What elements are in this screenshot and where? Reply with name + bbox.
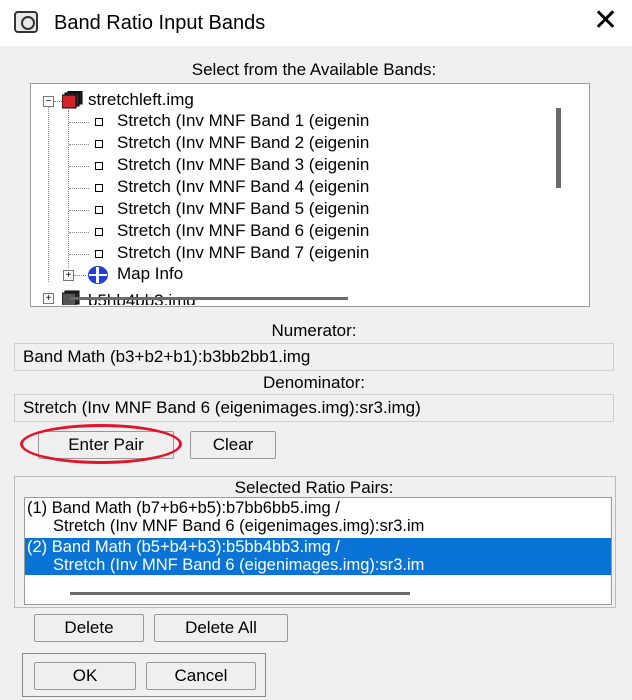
- denominator-label: Denominator:: [262, 373, 366, 392]
- image-file-icon: [62, 91, 83, 109]
- clear-button[interactable]: Clear: [190, 431, 276, 459]
- tree-line: [69, 210, 89, 211]
- expand-icon[interactable]: +: [63, 270, 74, 281]
- ok-button[interactable]: OK: [34, 662, 136, 690]
- expand-icon[interactable]: +: [43, 293, 54, 304]
- band-item-4[interactable]: Stretch (Inv MNF Band 4 (eigenin: [31, 177, 587, 199]
- tree-line: [69, 188, 89, 189]
- band-label: Stretch (Inv MNF Band 5 (eigenin: [117, 199, 370, 218]
- tree-line: [69, 122, 89, 123]
- globe-icon: [88, 266, 108, 284]
- band-label: Stretch (Inv MNF Band 3 (eigenin: [117, 155, 370, 174]
- band-icon: [95, 140, 103, 148]
- band-item-6[interactable]: Stretch (Inv MNF Band 6 (eigenin: [31, 221, 587, 243]
- band-label: Stretch (Inv MNF Band 1 (eigenin: [117, 111, 370, 130]
- pair-1-line-2[interactable]: Stretch (Inv MNF Band 6 (eigenimages.img…: [25, 517, 611, 535]
- pair-1-line-1[interactable]: (1) Band Math (b7+b6+b5):b7bb6bb5.img /: [25, 499, 611, 517]
- collapse-icon[interactable]: −: [43, 96, 54, 107]
- pair-2-line-1[interactable]: (2) Band Math (b5+b4+b3):b5bb4bb3.img /: [25, 538, 611, 556]
- band-label: Stretch (Inv MNF Band 7 (eigenin: [117, 243, 370, 262]
- title-bar: Band Ratio Input Bands ✕: [0, 0, 632, 46]
- pair-2-line-2[interactable]: Stretch (Inv MNF Band 6 (eigenimages.img…: [25, 556, 611, 574]
- cancel-button[interactable]: Cancel: [146, 662, 256, 690]
- tree-line: [69, 232, 89, 233]
- band-tree[interactable]: − stretchleft.img Stretch (Inv MNF Band …: [30, 83, 590, 307]
- selected-pairs-label: Selected Ratio Pairs:: [234, 478, 394, 497]
- numerator-label: Numerator:: [271, 321, 357, 340]
- tree-item-file[interactable]: − stretchleft.img: [31, 90, 587, 112]
- band-icon: [95, 250, 103, 258]
- vertical-scrollbar-thumb[interactable]: [556, 108, 561, 188]
- band-icon: [95, 162, 103, 170]
- tree-line: [69, 166, 89, 167]
- horizontal-scrollbar-thumb[interactable]: [70, 297, 348, 300]
- tree-item-map-info[interactable]: + Map Info: [31, 264, 587, 286]
- enter-pair-button[interactable]: Enter Pair: [38, 431, 174, 459]
- tree-line: [69, 254, 89, 255]
- band-label: Stretch (Inv MNF Band 6 (eigenin: [117, 221, 370, 240]
- band-icon: [95, 228, 103, 236]
- band-item-7[interactable]: Stretch (Inv MNF Band 7 (eigenin: [31, 243, 587, 265]
- app-icon: [14, 11, 38, 33]
- available-bands-label: Select from the Available Bands:: [191, 60, 437, 79]
- pairs-horizontal-scrollbar-thumb[interactable]: [70, 592, 410, 595]
- tree-line: [74, 275, 86, 276]
- ratio-pairs-list[interactable]: (1) Band Math (b7+b6+b5):b7bb6bb5.img / …: [24, 497, 612, 605]
- delete-all-button[interactable]: Delete All: [154, 614, 288, 642]
- tree-line: [54, 101, 62, 102]
- band-item-1[interactable]: Stretch (Inv MNF Band 1 (eigenin: [31, 111, 587, 133]
- band-icon: [95, 206, 103, 214]
- tree-line: [69, 144, 89, 145]
- denominator-field[interactable]: Stretch (Inv MNF Band 6 (eigenimages.img…: [14, 394, 614, 422]
- map-info-label: Map Info: [117, 264, 184, 283]
- close-icon[interactable]: ✕: [593, 6, 618, 36]
- band-item-5[interactable]: Stretch (Inv MNF Band 5 (eigenin: [31, 199, 587, 221]
- file-name: stretchleft.img: [88, 90, 194, 109]
- band-label: Stretch (Inv MNF Band 4 (eigenin: [117, 177, 370, 196]
- tree-item-file-partial[interactable]: + b5hb4bb3.img: [31, 287, 587, 305]
- band-item-3[interactable]: Stretch (Inv MNF Band 3 (eigenin: [31, 155, 587, 177]
- band-icon: [95, 184, 103, 192]
- numerator-field[interactable]: Band Math (b3+b2+b1):b3bb2bb1.img: [14, 343, 614, 371]
- band-item-2[interactable]: Stretch (Inv MNF Band 2 (eigenin: [31, 133, 587, 155]
- window-title: Band Ratio Input Bands: [54, 12, 266, 34]
- band-icon: [95, 118, 103, 126]
- band-label: Stretch (Inv MNF Band 2 (eigenin: [117, 133, 370, 152]
- delete-button[interactable]: Delete: [34, 614, 144, 642]
